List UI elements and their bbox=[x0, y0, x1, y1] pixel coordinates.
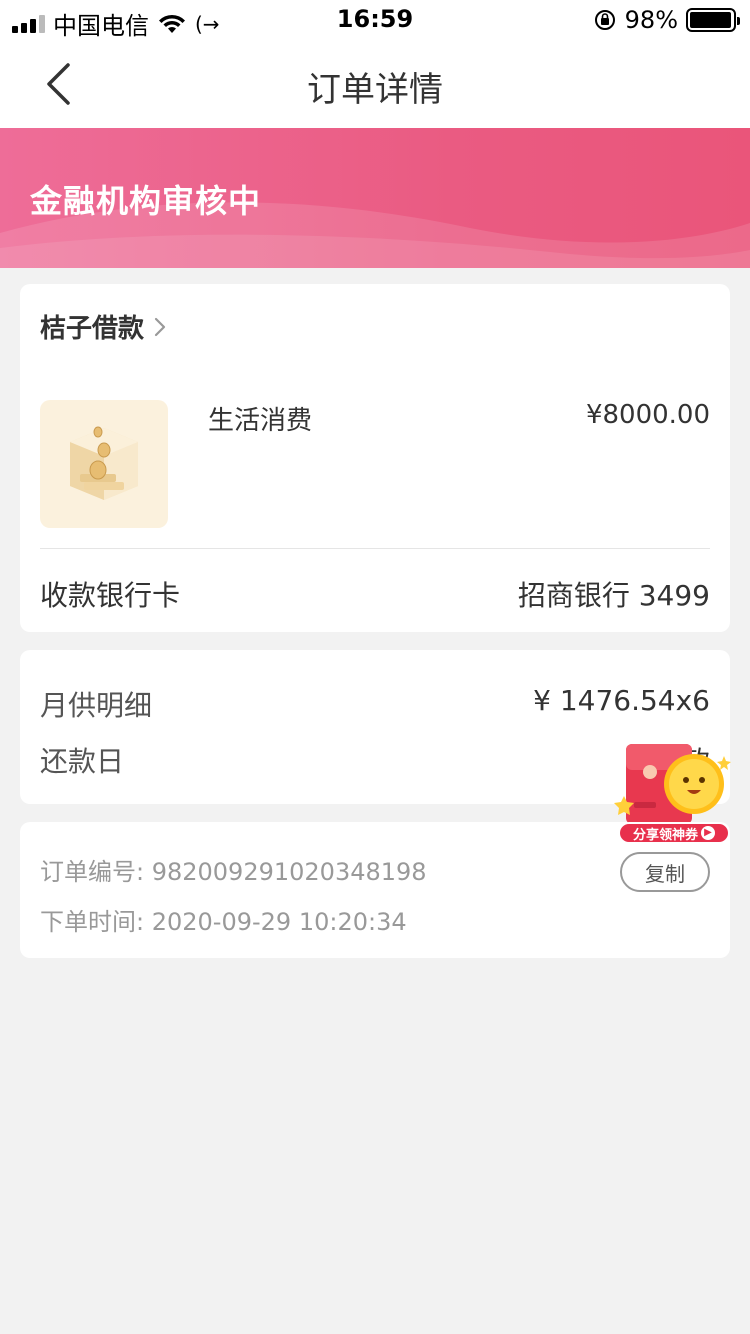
battery-percentage: 98% bbox=[624, 6, 678, 34]
red-envelope-coin-icon bbox=[614, 744, 731, 824]
bank-card-label: 收款银行卡 bbox=[40, 579, 181, 612]
monthly-payment-value: ¥ 1476.54x6 bbox=[533, 684, 710, 717]
repayment-day-label: 还款日 bbox=[40, 745, 125, 778]
battery-icon bbox=[686, 8, 740, 32]
loan-amount: ¥8000.00 bbox=[585, 400, 710, 430]
lender-name: 桔子借款 bbox=[40, 314, 145, 344]
orientation-lock-icon bbox=[594, 10, 615, 30]
copy-button[interactable]: 复制 bbox=[620, 852, 710, 892]
product-name: 生活消费 bbox=[208, 406, 313, 436]
chevron-right-icon bbox=[154, 317, 166, 336]
navigation-bar: 订单详情 bbox=[0, 40, 750, 128]
product-card: 桔子借款 生活消费 ¥8000.00 收款银行卡 招商银行 3499 bbox=[20, 284, 730, 632]
share-coupon-label: 分享领神券 ▶ bbox=[618, 822, 730, 844]
share-coupon-text: 分享领神券 bbox=[632, 827, 698, 843]
battery-fill bbox=[690, 12, 732, 28]
monthly-payment-label: 月供明细 bbox=[40, 689, 153, 722]
order-status-text: 金融机构审核中 bbox=[30, 182, 262, 220]
coin-box-icon bbox=[70, 426, 138, 500]
order-number: 订单编号: 982009291020348198 bbox=[40, 858, 427, 886]
status-right: 98% bbox=[593, 6, 740, 34]
bank-card-value: 招商银行 3499 bbox=[517, 579, 710, 612]
status-bar: 中国电信 (→ 16:59 98% bbox=[0, 0, 750, 40]
arrow-right-icon: ▶ bbox=[701, 826, 715, 840]
divider bbox=[40, 548, 710, 549]
order-time: 下单时间: 2020-09-29 10:20:34 bbox=[40, 908, 407, 936]
page-title: 订单详情 bbox=[307, 70, 443, 110]
lender-link[interactable]: 桔子借款 bbox=[40, 308, 166, 345]
order-status-banner: 金融机构审核中 bbox=[0, 128, 750, 268]
share-coupon-promo[interactable]: 分享领神券 ▶ bbox=[612, 738, 734, 848]
product-image bbox=[40, 400, 168, 528]
